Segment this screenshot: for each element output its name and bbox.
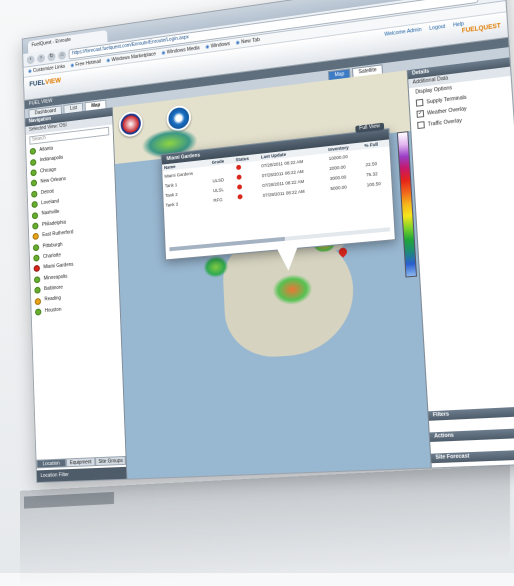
alert-status-icon <box>237 184 242 189</box>
scrollbar-thumb[interactable] <box>169 237 285 251</box>
browser-window: FuelQuest - Enroute ‹ › ↻ ⌂ https://fore… <box>22 0 514 483</box>
checkbox[interactable]: ✓ <box>416 110 424 118</box>
main-area: Navigation Selected View: OSI Search Atl… <box>25 57 514 482</box>
status-dot-icon <box>33 233 39 240</box>
status-cell <box>235 190 261 202</box>
status-dot-icon <box>35 308 41 315</box>
bookmark-item[interactable]: Windows <box>205 41 230 50</box>
status-dot-icon <box>34 265 40 272</box>
bookmark-item[interactable]: New Tab <box>236 37 260 46</box>
table-cell: RFG <box>211 193 235 205</box>
option-label: Traffic Overlay <box>428 117 462 127</box>
forward-icon[interactable]: › <box>37 53 45 62</box>
home-icon[interactable]: ⌂ <box>58 50 66 59</box>
table-cell: 100.50 <box>364 177 391 190</box>
screenshot-scene: FuelQuest - Enroute ‹ › ↻ ⌂ https://fore… <box>0 0 514 573</box>
actions-panel[interactable]: Actions <box>430 428 514 442</box>
status-dot-icon <box>31 190 37 197</box>
table-cell: 5000.00 <box>328 180 365 194</box>
status-dot-icon <box>35 298 41 305</box>
radar-cell-icon <box>203 255 229 279</box>
weather-map[interactable]: Miami Gardens Full View Name Grade Statu… <box>113 70 431 478</box>
welcome-text: Welcome Admin <box>384 27 422 38</box>
tab-site-groups[interactable]: Site Groups <box>95 456 125 466</box>
popup-scrollbar[interactable] <box>169 227 390 251</box>
status-dot-icon <box>34 276 40 283</box>
status-dot-icon <box>30 169 36 176</box>
navigation-panel: Navigation Selected View: OSI Search Atl… <box>25 107 127 482</box>
status-dot-icon <box>32 222 38 229</box>
checkbox[interactable] <box>416 99 424 107</box>
window-reflection <box>20 465 510 586</box>
alert-status-icon <box>236 165 241 170</box>
status-dot-icon <box>34 287 40 294</box>
checkbox[interactable] <box>417 121 425 129</box>
tab-equipment[interactable]: Equipment <box>66 457 96 467</box>
location-filter-bar[interactable]: Location Filter <box>37 467 127 482</box>
status-dot-icon <box>33 255 39 262</box>
reload-icon[interactable]: ↻ <box>47 52 55 61</box>
logout-link[interactable]: Logout <box>429 24 445 32</box>
status-dot-icon <box>31 201 37 208</box>
back-icon[interactable]: ‹ <box>27 55 35 64</box>
location-name: Houston <box>45 305 62 317</box>
app-logo: FUELVIEW <box>29 77 61 88</box>
status-dot-icon <box>33 244 39 251</box>
site-forecast-panel[interactable]: Site Forecast <box>431 449 514 463</box>
alert-status-icon <box>237 194 242 199</box>
status-dot-icon <box>30 148 36 155</box>
status-dot-icon <box>31 180 37 187</box>
tab-location[interactable]: Location <box>36 458 66 468</box>
status-dot-icon <box>30 159 36 166</box>
filters-panel[interactable]: Filters <box>428 406 514 421</box>
alert-status-icon <box>236 175 241 180</box>
status-dot-icon <box>32 212 38 219</box>
brand-logo: FUELQUEST <box>462 23 501 34</box>
reflection-bar <box>24 492 114 509</box>
location-list: AtlantaIndianapolisChicagoNew OrleansDet… <box>26 137 120 318</box>
